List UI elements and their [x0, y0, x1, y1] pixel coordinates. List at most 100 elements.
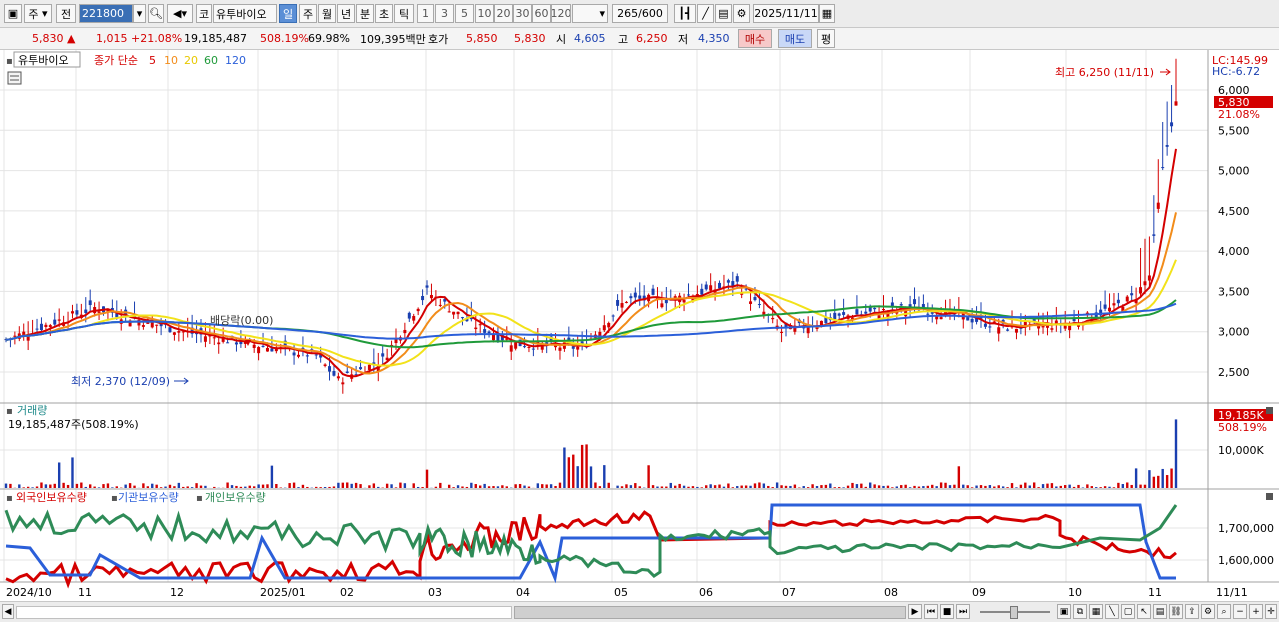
type-select[interactable]: 주 ▾ [24, 4, 52, 23]
crosshair-icon[interactable]: ✛ [1265, 604, 1277, 619]
draw-tool-icon[interactable]: ╱ [697, 4, 714, 23]
volume-close-icon[interactable] [1266, 407, 1273, 414]
print-icon[interactable]: ▤ [1153, 604, 1167, 619]
period-tick-tab[interactable]: 틱 [394, 4, 414, 23]
volume-bar [346, 482, 348, 488]
ma-line [6, 149, 1176, 377]
period-week-tab[interactable]: 주 [299, 4, 317, 23]
candle-body [341, 382, 344, 384]
stop-icon[interactable]: ■ [940, 604, 954, 619]
period-month-tab[interactable]: 월 [318, 4, 336, 23]
layout-icon[interactable]: ▣ [1057, 604, 1071, 619]
period-day-tab[interactable]: 일 [279, 4, 297, 23]
holdings-individual-label[interactable]: 개인보유수량 [205, 491, 266, 504]
scroll-thumb[interactable] [514, 606, 906, 619]
window-menu-icon[interactable]: ▣ [4, 4, 22, 23]
last-page-icon[interactable]: ⏭ [956, 604, 970, 619]
volume-bar [315, 487, 317, 488]
first-page-icon[interactable]: ⏮ [924, 604, 938, 619]
candle-body [457, 312, 460, 314]
zoom-search-icon[interactable]: ⌕ [1217, 604, 1231, 619]
candle-body [576, 347, 579, 350]
volume-bar [1095, 487, 1097, 488]
scroll-right-icon[interactable]: ▶ [908, 604, 922, 619]
interval-60[interactable]: 60 [532, 4, 551, 23]
candle-body [359, 367, 362, 369]
volume-bar [1157, 476, 1159, 488]
volume-bar [355, 483, 357, 488]
period-second-tab[interactable]: 초 [375, 4, 393, 23]
stock-name[interactable]: 유투바이오 [213, 4, 277, 23]
interval-1[interactable]: 1 [417, 4, 434, 23]
volume-marker-icon: ▪ [6, 406, 13, 417]
volume-bar [807, 487, 809, 488]
volume-bar [1144, 485, 1146, 488]
candle-body [293, 353, 296, 356]
cursor-icon[interactable]: ↖ [1137, 604, 1151, 619]
volume-bar [235, 486, 237, 488]
volume-bar [594, 482, 596, 488]
link-icon[interactable]: ⛓ [1169, 604, 1183, 619]
interval-60-label: 60 [535, 7, 549, 20]
search-icon[interactable]: 🔍︎ [148, 4, 164, 23]
stock-code-input[interactable]: 221800 [79, 4, 133, 23]
interval-10[interactable]: 10 [475, 4, 494, 23]
candle-body [71, 311, 74, 313]
eval-button[interactable]: 평 [817, 29, 835, 48]
count-input[interactable]: 265/600 [612, 4, 668, 23]
holdings-institution-label[interactable]: 기관보유수량 [118, 491, 179, 504]
zoom-out-icon[interactable]: − [1233, 604, 1247, 619]
calculator-icon[interactable] [8, 72, 21, 84]
code-dropdown-icon[interactable]: ▾ [133, 4, 146, 23]
buy-button[interactable]: 매수 [738, 29, 772, 48]
calendar-icon[interactable]: ▦ [819, 4, 835, 23]
candle-body [332, 371, 335, 376]
line-tool-icon[interactable]: ╲ [1105, 604, 1119, 619]
legend-ma5[interactable]: 5 [149, 54, 156, 67]
candle-type-icon[interactable]: ┃┫ [674, 4, 696, 23]
zoom-in-icon[interactable]: + [1249, 604, 1263, 619]
eval-button-label: 평 [821, 31, 831, 47]
legend-ma60[interactable]: 60 [204, 54, 218, 67]
volume-bar [350, 484, 352, 488]
scroll-track[interactable] [16, 606, 512, 619]
volume-bar [461, 486, 463, 488]
interval-3[interactable]: 3 [435, 4, 454, 23]
sell-button[interactable]: 매도 [778, 29, 812, 48]
date-input[interactable]: 2025/11/11 [753, 4, 819, 23]
save-icon[interactable]: ▤ [715, 4, 732, 23]
legend-ma10[interactable]: 10 [164, 54, 178, 67]
period-year-tab[interactable]: 년 [337, 4, 355, 23]
interval-30[interactable]: 30 [513, 4, 532, 23]
prev-button[interactable]: 전 [56, 4, 76, 23]
period-minute-tab[interactable]: 분 [356, 4, 374, 23]
period-month-label: 월 [322, 6, 332, 22]
box-icon[interactable]: ▢ [1121, 604, 1135, 619]
legend-ma120[interactable]: 120 [225, 54, 246, 67]
speaker-icon[interactable]: ◀▾ [167, 4, 193, 23]
holdings-close-icon[interactable] [1266, 493, 1273, 500]
interval-5[interactable]: 5 [455, 4, 474, 23]
scroll-left-icon[interactable]: ◀ [2, 604, 14, 619]
grid-icon[interactable]: ▦ [1089, 604, 1103, 619]
volume-bar [67, 485, 69, 488]
zoom-slider-handle[interactable] [1010, 606, 1018, 619]
candle-body [417, 309, 420, 311]
volume-bar [998, 485, 1000, 488]
settings-icon[interactable]: ⚙ [733, 4, 750, 23]
volume-bar [608, 483, 610, 488]
interval-120[interactable]: 120 [551, 4, 571, 23]
candle-body [753, 297, 756, 300]
copy-icon[interactable]: ⧉ [1073, 604, 1087, 619]
chart-area[interactable]: ▪ 유투바이오 종가 단순 5 10 20 60 120 LC:145.99 H… [0, 50, 1279, 602]
export-icon[interactable]: ⇪ [1185, 604, 1199, 619]
holdings-foreign-label[interactable]: 외국인보유수량 [16, 491, 87, 504]
volume-bar [816, 486, 818, 488]
settings-small-icon[interactable]: ⚙ [1201, 604, 1215, 619]
legend-ma20[interactable]: 20 [184, 54, 198, 67]
volume-bar [1068, 485, 1070, 488]
volume-bar [368, 485, 370, 488]
interval-20[interactable]: 20 [494, 4, 513, 23]
interval-custom-select[interactable]: ▾ [572, 4, 608, 23]
trade-amount: 109,395백만 [360, 30, 426, 47]
